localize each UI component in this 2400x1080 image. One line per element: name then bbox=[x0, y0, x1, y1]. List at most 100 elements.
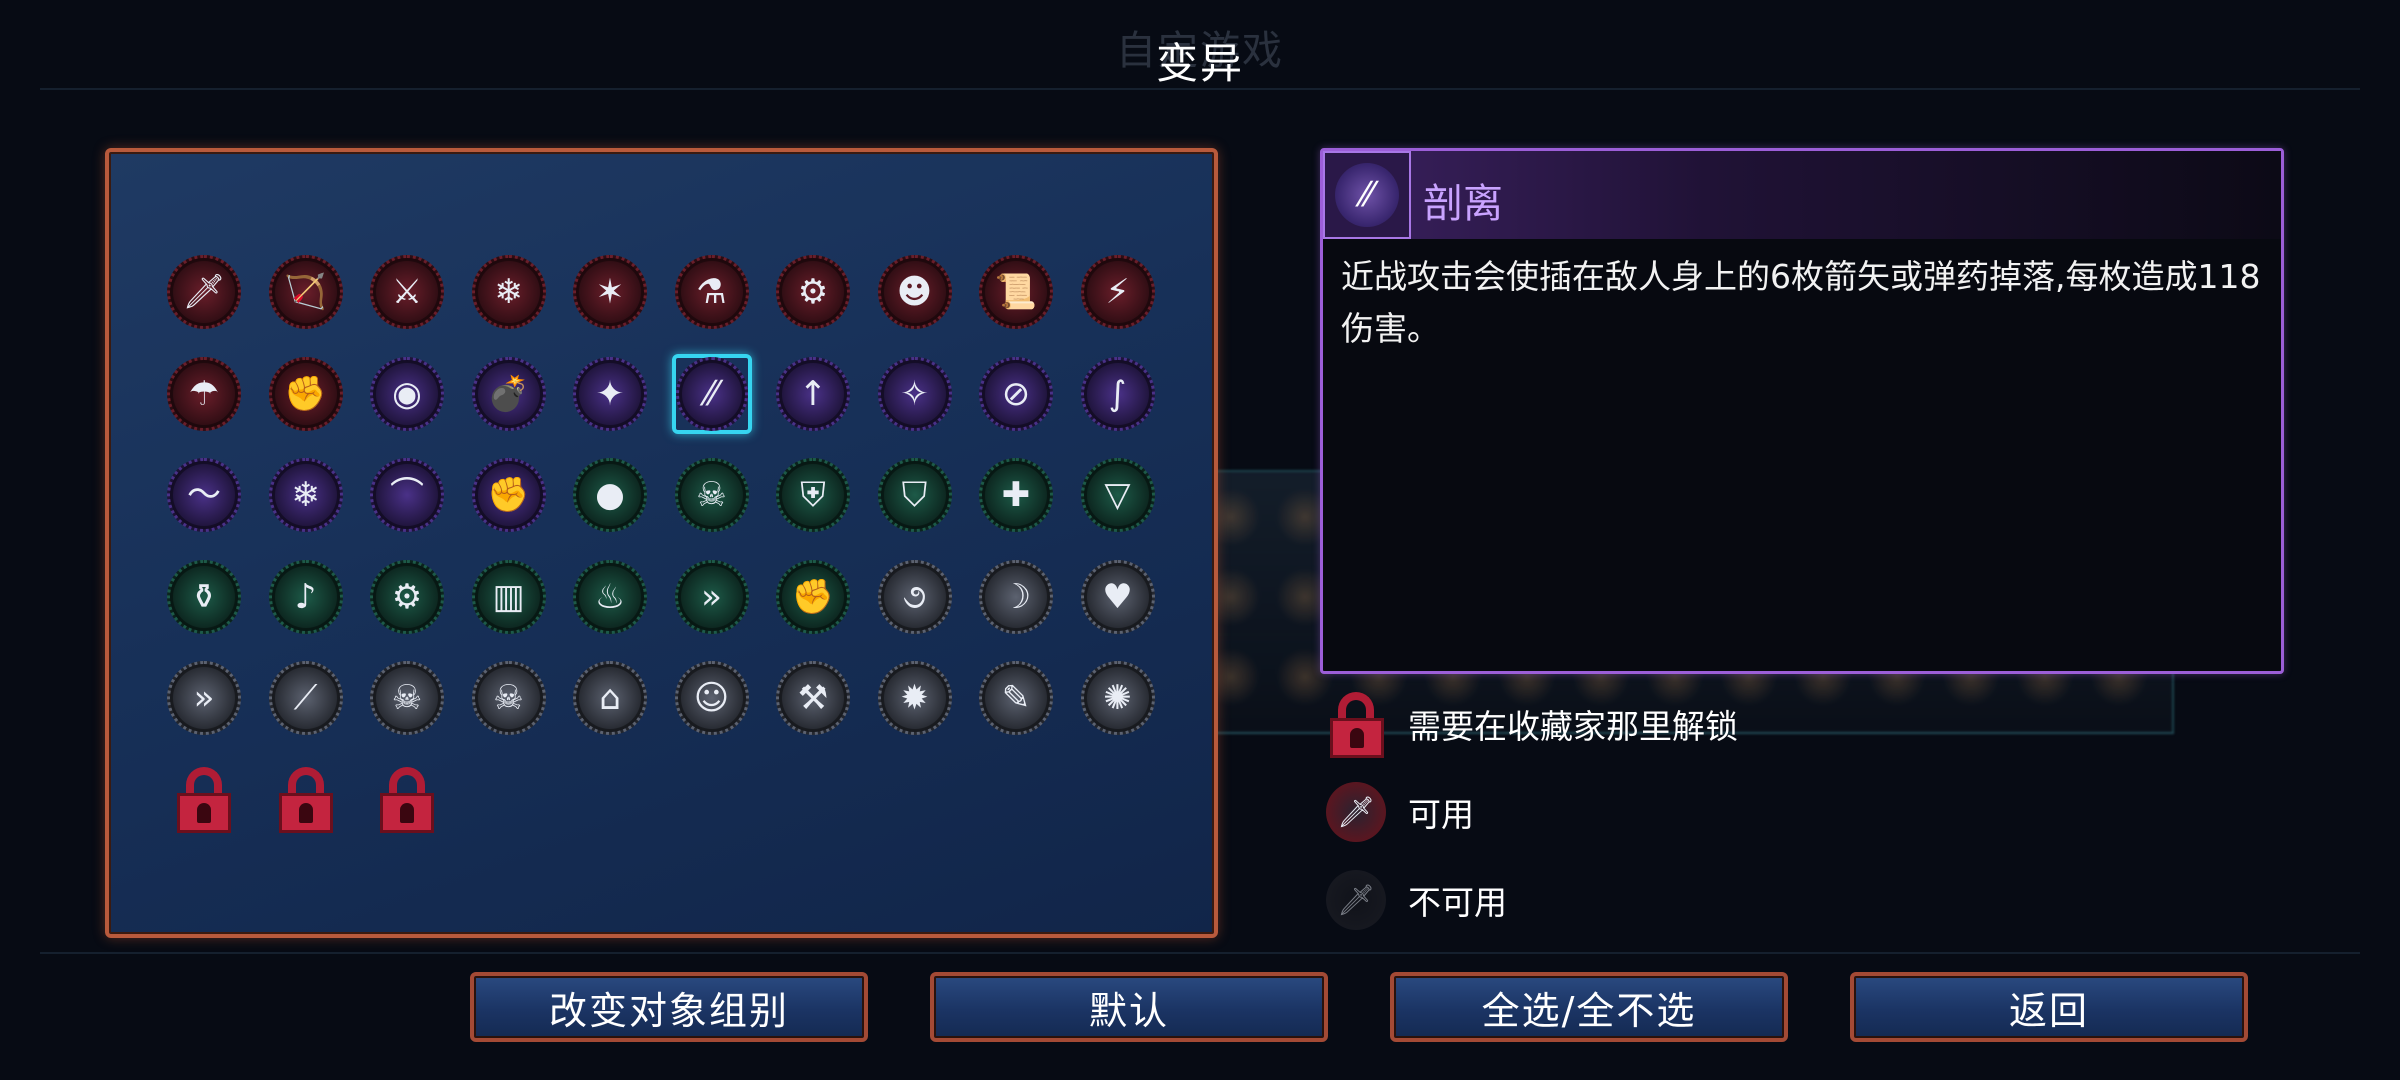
red-dagger-icon: ⚔ bbox=[370, 255, 444, 329]
green-cross-shield-icon: ✚ bbox=[979, 458, 1053, 532]
mutation-slot[interactable]: ✊ bbox=[266, 354, 346, 434]
mutation-slot[interactable]: ⚔ bbox=[367, 252, 447, 332]
mutation-slot[interactable]: ☺ bbox=[672, 658, 752, 738]
mutation-slot[interactable]: 〜 bbox=[164, 455, 244, 535]
mutation-slot[interactable]: ☂ bbox=[164, 354, 244, 434]
legend-locked: 需要在收藏家那里解锁 bbox=[1326, 692, 1738, 758]
mutation-slot[interactable]: » bbox=[164, 658, 244, 738]
mutation-slot[interactable]: 🗡 bbox=[164, 252, 244, 332]
green-blade-icon: ⟋ bbox=[268, 661, 343, 735]
dagger-dim-icon: 🗡 bbox=[1326, 868, 1386, 932]
ice-scythe-icon: ❄ bbox=[471, 255, 546, 329]
blue-cage-icon: ▥ bbox=[471, 559, 546, 634]
mutation-slot[interactable]: ⚡ bbox=[1078, 252, 1158, 332]
blue-skull-icon: ☠ bbox=[471, 661, 546, 735]
legend-available-label: 可用 bbox=[1408, 795, 1474, 834]
gold-sparkle-icon: ✺ bbox=[1080, 661, 1155, 735]
potion-heart-icon: ♥ bbox=[1080, 559, 1155, 634]
dagger-icon: 🗡 bbox=[167, 255, 241, 329]
gold-chevrons-icon: » bbox=[167, 661, 241, 735]
red-star-icon: ✦ bbox=[573, 356, 647, 431]
mutation-slot[interactable]: » bbox=[672, 557, 752, 637]
mutation-name: 剖离 bbox=[1423, 181, 1503, 227]
mutation-slot[interactable]: ⛨ bbox=[773, 455, 853, 535]
green-skull-icon: ☠ bbox=[370, 661, 444, 735]
fist-blade-icon: ✊ bbox=[268, 356, 343, 431]
mutation-slot[interactable]: 💣 bbox=[469, 354, 549, 434]
mutation-slot[interactable]: ⁄⁄ bbox=[671, 353, 752, 434]
mutation-slot[interactable]: ◉ bbox=[367, 354, 447, 434]
blue-wave-icon: 〜 bbox=[167, 458, 241, 532]
red-swirl-icon: ૭ bbox=[877, 559, 952, 634]
detach-icon: ⁄⁄ bbox=[1323, 151, 1411, 239]
fangs-icon: ▽ bbox=[1080, 458, 1155, 532]
legend-available: 🗡 可用 bbox=[1326, 780, 1474, 844]
axe-icon: ⚒ bbox=[776, 661, 850, 735]
mutation-slot[interactable]: ▥ bbox=[469, 557, 549, 637]
back-button[interactable]: 返回 bbox=[1850, 972, 2248, 1042]
mutation-slot[interactable]: ☠ bbox=[672, 455, 752, 535]
mutation-slot[interactable]: ▽ bbox=[1078, 455, 1158, 535]
mutation-slot[interactable]: 📜 bbox=[976, 252, 1056, 332]
fire-flask-icon: ⚗ bbox=[674, 255, 749, 329]
legend-unavailable-label: 不可用 bbox=[1408, 883, 1507, 922]
mutation-slot[interactable]: ⚗ bbox=[672, 252, 752, 332]
mutation-slot[interactable]: ↑ bbox=[773, 354, 853, 434]
umbrella-trap-icon: ☂ bbox=[167, 356, 241, 431]
change-group-button[interactable]: 改变对象组别 bbox=[470, 972, 868, 1042]
mutation-slot[interactable]: ♥ bbox=[1078, 557, 1158, 637]
mutation-slot[interactable]: ⌒ bbox=[367, 455, 447, 535]
mutation-slot[interactable]: ❄ bbox=[266, 455, 346, 535]
green-scroll-icon: ↑ bbox=[776, 356, 850, 431]
mutation-slot[interactable]: ♨ bbox=[570, 557, 650, 637]
mutation-slot[interactable]: ⚙ bbox=[367, 557, 447, 637]
mutation-slot[interactable]: ⌂ bbox=[570, 658, 650, 738]
mutation-slot[interactable]: ✚ bbox=[976, 455, 1056, 535]
mutation-slot[interactable]: ⊘ bbox=[976, 354, 1056, 434]
select-all-button[interactable]: 全选/全不选 bbox=[1390, 972, 1788, 1042]
locked-mutation-slot[interactable] bbox=[367, 760, 447, 840]
red-potion-icon: ⚱ bbox=[167, 559, 241, 634]
gear-eye-icon: ⚙ bbox=[370, 559, 444, 634]
mutation-slot[interactable]: ☽ bbox=[976, 557, 1056, 637]
mutation-slot[interactable]: ☻ bbox=[875, 252, 955, 332]
mutation-slot[interactable]: ❄ bbox=[469, 252, 549, 332]
footer-divider bbox=[40, 952, 2360, 954]
locked-mutation-slot[interactable] bbox=[164, 760, 244, 840]
mutation-slot[interactable]: ⟋ bbox=[266, 658, 346, 738]
mutation-slot[interactable]: ✊ bbox=[469, 455, 549, 535]
mutation-slot[interactable]: ✦ bbox=[570, 354, 650, 434]
red-claw-icon: ✶ bbox=[573, 255, 647, 329]
mutation-slot[interactable]: ✧ bbox=[875, 354, 955, 434]
mutation-description: 近战攻击会使插在敌人身上的6枚箭矢或弹药掉落,每枚造成118伤害。 bbox=[1341, 257, 2261, 348]
purple-drop-icon: ● bbox=[573, 458, 647, 532]
mutation-slot[interactable]: ∫ bbox=[1078, 354, 1158, 434]
lock-icon bbox=[177, 766, 231, 833]
no-arrow-icon: ⊘ bbox=[979, 356, 1053, 431]
mutation-slot[interactable]: ✎ bbox=[976, 658, 1056, 738]
mutation-slot[interactable]: ☠ bbox=[469, 658, 549, 738]
mutation-slot[interactable]: ૭ bbox=[875, 557, 955, 637]
mutation-slot[interactable]: ✺ bbox=[1078, 658, 1158, 738]
chevrons-icon: » bbox=[674, 559, 749, 634]
mutation-slot[interactable]: ⚙ bbox=[773, 252, 853, 332]
fist-bow-icon: ✊ bbox=[471, 458, 546, 532]
mutation-slot[interactable]: ♪ bbox=[266, 557, 346, 637]
dagger-icon: 🗡 bbox=[1326, 780, 1386, 844]
mutation-slot[interactable]: ✊ bbox=[773, 557, 853, 637]
mutation-slot[interactable]: ✹ bbox=[875, 658, 955, 738]
mutation-slot[interactable]: ● bbox=[570, 455, 650, 535]
flame-icon: ♨ bbox=[573, 559, 647, 634]
mutation-slot[interactable]: ☠ bbox=[367, 658, 447, 738]
mutation-slot[interactable]: ⚱ bbox=[164, 557, 244, 637]
blue-shield-icon: ⛨ bbox=[776, 458, 850, 532]
turret-icon: ⚙ bbox=[776, 255, 850, 329]
default-button[interactable]: 默认 bbox=[930, 972, 1328, 1042]
mutation-slot[interactable]: ✶ bbox=[570, 252, 650, 332]
mutation-slot[interactable]: ⚒ bbox=[773, 658, 853, 738]
locked-mutation-slot[interactable] bbox=[266, 760, 346, 840]
red-face-icon: ☻ bbox=[877, 255, 952, 329]
mutation-slot[interactable]: 🏹 bbox=[266, 252, 346, 332]
legend-unavailable: 🗡 不可用 bbox=[1326, 868, 1507, 932]
mutation-slot[interactable]: ⛉ bbox=[875, 455, 955, 535]
